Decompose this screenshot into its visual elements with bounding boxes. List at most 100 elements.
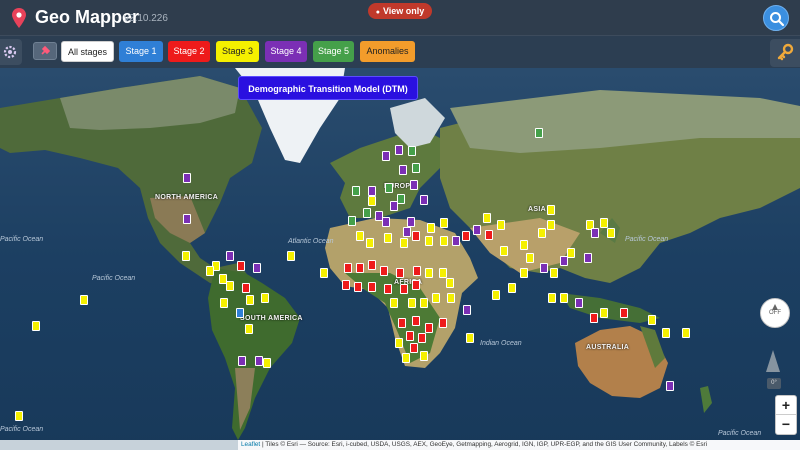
country-marker[interactable] [226,251,234,261]
country-marker[interactable] [439,268,447,278]
country-marker[interactable] [432,293,440,303]
country-marker[interactable] [32,321,40,331]
country-marker[interactable] [408,146,416,156]
country-marker[interactable] [245,324,253,334]
country-marker[interactable] [407,217,415,227]
country-marker[interactable] [396,268,404,278]
country-marker[interactable] [427,223,435,233]
country-marker[interactable] [439,318,447,328]
country-marker[interactable] [182,251,190,261]
country-marker[interactable] [384,233,392,243]
pin-filter-button[interactable] [33,42,57,60]
country-marker[interactable] [600,218,608,228]
country-marker[interactable] [452,236,460,246]
country-marker[interactable] [535,128,543,138]
settings-toggle-button[interactable] [0,39,22,65]
country-marker[interactable] [547,220,555,230]
country-marker[interactable] [354,282,362,292]
country-marker[interactable] [412,231,420,241]
stage-filter-anomalies[interactable]: Anomalies [360,41,415,62]
country-marker[interactable] [526,253,534,263]
country-marker[interactable] [547,205,555,215]
country-marker[interactable] [520,268,528,278]
country-marker[interactable] [508,283,516,293]
country-marker[interactable] [206,266,214,276]
country-marker[interactable] [492,290,500,300]
country-marker[interactable] [463,305,471,315]
country-marker[interactable] [538,228,546,238]
country-marker[interactable] [220,298,228,308]
leaflet-link[interactable]: Leaflet [241,441,260,448]
country-marker[interactable] [607,228,615,238]
stage-filter-stage-5[interactable]: Stage 5 [313,41,354,62]
country-marker[interactable] [399,165,407,175]
country-marker[interactable] [356,263,364,273]
country-marker[interactable] [384,284,392,294]
search-button[interactable] [763,5,789,31]
country-marker[interactable] [356,231,364,241]
country-marker[interactable] [352,186,360,196]
key-button[interactable] [770,39,800,67]
country-marker[interactable] [363,208,371,218]
country-marker[interactable] [485,230,493,240]
stage-filter-stage-3[interactable]: Stage 3 [216,41,259,62]
country-marker[interactable] [226,281,234,291]
country-marker[interactable] [473,225,481,235]
country-marker[interactable] [397,194,405,204]
country-marker[interactable] [380,266,388,276]
country-marker[interactable] [400,238,408,248]
country-marker[interactable] [15,411,23,421]
country-marker[interactable] [255,356,263,366]
country-marker[interactable] [425,236,433,246]
country-marker[interactable] [620,308,628,318]
country-marker[interactable] [342,280,350,290]
country-marker[interactable] [287,251,295,261]
country-marker[interactable] [246,295,254,305]
view-only-badge[interactable]: ● View only [368,3,432,19]
country-marker[interactable] [183,173,191,183]
country-marker[interactable] [425,268,433,278]
country-marker[interactable] [395,145,403,155]
country-marker[interactable] [648,315,656,325]
country-marker[interactable] [368,282,376,292]
country-marker[interactable] [410,180,418,190]
country-marker[interactable] [375,211,383,221]
country-marker[interactable] [382,151,390,161]
country-marker[interactable] [348,216,356,226]
country-marker[interactable] [368,186,376,196]
country-marker[interactable] [261,293,269,303]
country-marker[interactable] [420,195,428,205]
country-marker[interactable] [263,358,271,368]
country-marker[interactable] [402,353,410,363]
country-marker[interactable] [406,331,414,341]
country-marker[interactable] [575,298,583,308]
country-marker[interactable] [500,246,508,256]
country-marker[interactable] [420,351,428,361]
country-marker[interactable] [368,196,376,206]
country-marker[interactable] [237,261,245,271]
country-marker[interactable] [253,263,261,273]
country-marker[interactable] [385,183,393,193]
country-marker[interactable] [483,213,491,223]
stage-filter-stage-1[interactable]: Stage 1 [119,41,163,62]
country-marker[interactable] [440,236,448,246]
country-marker[interactable] [80,295,88,305]
map-view[interactable]: Pacific Ocean Pacific Ocean Atlantic Oce… [0,68,800,450]
country-marker[interactable] [236,308,244,318]
country-marker[interactable] [366,238,374,248]
country-marker[interactable] [584,253,592,263]
country-marker[interactable] [666,381,674,391]
country-marker[interactable] [548,293,556,303]
country-marker[interactable] [183,214,191,224]
country-marker[interactable] [412,280,420,290]
stage-filter-all-stages[interactable]: All stages [61,41,114,62]
country-marker[interactable] [238,356,246,366]
country-marker[interactable] [408,298,416,308]
rotation-toggle-button[interactable]: OFF [760,298,790,328]
country-marker[interactable] [403,227,411,237]
country-marker[interactable] [418,333,426,343]
country-marker[interactable] [560,293,568,303]
country-marker[interactable] [466,333,474,343]
country-marker[interactable] [462,231,470,241]
stage-filter-stage-2[interactable]: Stage 2 [168,41,210,62]
